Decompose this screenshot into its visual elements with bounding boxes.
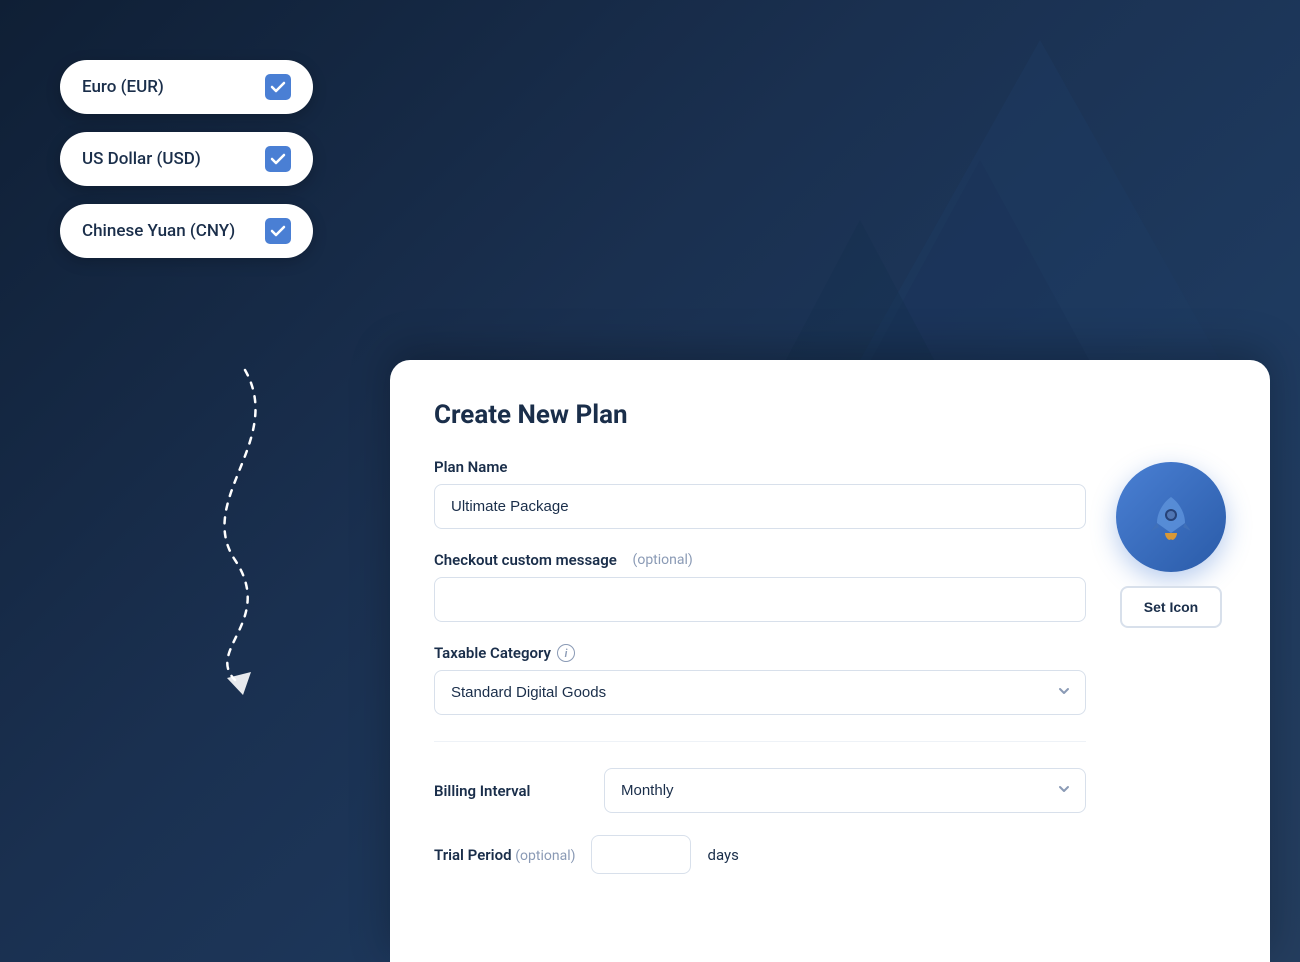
card-body: Plan Name Checkout custom message (optio…: [434, 458, 1226, 874]
plan-icon-circle: [1116, 462, 1226, 572]
trial-period-label: Trial Period (optional): [434, 846, 575, 864]
currency-pill-eur[interactable]: Euro (EUR): [60, 60, 313, 114]
arrow-path-decoration: [155, 360, 335, 700]
currency-eur-label: Euro (EUR): [82, 77, 164, 97]
taxable-category-select[interactable]: Standard Digital Goods Physical Goods So…: [434, 670, 1086, 715]
currency-cny-label: Chinese Yuan (CNY): [82, 221, 235, 241]
billing-interval-select-wrapper: Monthly Yearly Weekly Daily: [604, 768, 1086, 813]
trial-period-days-label: days: [707, 846, 738, 864]
rocket-icon: [1141, 487, 1201, 547]
plan-name-input[interactable]: [434, 484, 1086, 529]
checkout-message-group: Checkout custom message (optional): [434, 551, 1086, 622]
create-plan-card: Create New Plan Plan Name Checkout custo…: [390, 360, 1270, 962]
taxable-category-label: Taxable Category i: [434, 644, 1086, 662]
currency-cny-checkbox[interactable]: [265, 218, 291, 244]
form-divider: [434, 741, 1086, 742]
taxable-category-info-icon[interactable]: i: [557, 644, 575, 662]
icon-section: Set Icon: [1116, 458, 1226, 874]
billing-interval-select[interactable]: Monthly Yearly Weekly Daily: [604, 768, 1086, 813]
currency-pill-usd[interactable]: US Dollar (USD): [60, 132, 313, 186]
plan-name-label: Plan Name: [434, 458, 1086, 476]
card-title: Create New Plan: [434, 400, 1226, 430]
checkout-message-label: Checkout custom message (optional): [434, 551, 1086, 569]
billing-interval-row: Billing Interval Monthly Yearly Weekly D…: [434, 768, 1086, 813]
trial-period-input[interactable]: [591, 835, 691, 874]
trial-period-row: Trial Period (optional) days: [434, 835, 1086, 874]
taxable-category-select-wrapper: Standard Digital Goods Physical Goods So…: [434, 670, 1086, 715]
currency-eur-checkbox[interactable]: [265, 74, 291, 100]
set-icon-button[interactable]: Set Icon: [1120, 586, 1222, 628]
currency-pill-cny[interactable]: Chinese Yuan (CNY): [60, 204, 313, 258]
taxable-category-group: Taxable Category i Standard Digital Good…: [434, 644, 1086, 715]
currency-pills-list: Euro (EUR) US Dollar (USD) Chinese Yuan …: [60, 60, 313, 258]
plan-name-group: Plan Name: [434, 458, 1086, 529]
billing-interval-label: Billing Interval: [434, 782, 584, 800]
currency-usd-label: US Dollar (USD): [82, 149, 201, 169]
currency-usd-checkbox[interactable]: [265, 146, 291, 172]
checkout-message-input[interactable]: [434, 577, 1086, 622]
form-section: Plan Name Checkout custom message (optio…: [434, 458, 1086, 874]
